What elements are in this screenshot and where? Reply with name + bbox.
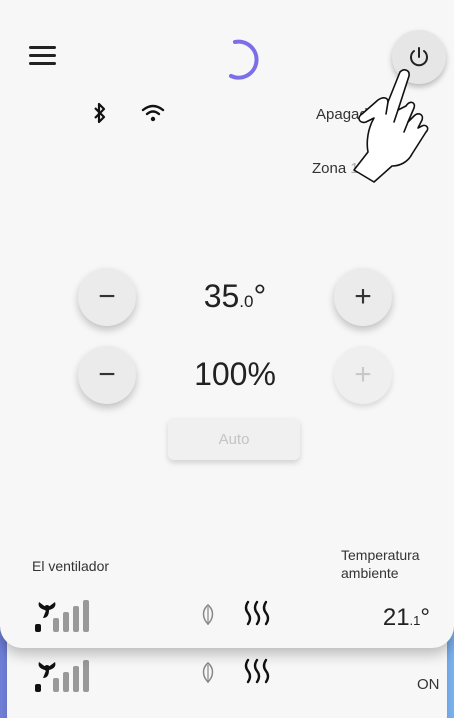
wifi-icon bbox=[141, 104, 165, 122]
temperature-unit: ° bbox=[253, 278, 267, 314]
secondary-status-text: ON bbox=[417, 676, 440, 693]
ambient-value-main: 21 bbox=[382, 604, 410, 631]
fan-speed-decrease-button[interactable]: − bbox=[78, 346, 136, 404]
ambient-unit: ° bbox=[420, 604, 430, 631]
temperature-value-decimal: .0 bbox=[239, 292, 254, 311]
app-frame: ON Apagado Zona − 35.0° + − 100% + Auto … bbox=[0, 0, 454, 718]
ambient-label-line1: Temperatura bbox=[341, 547, 420, 563]
plus-icon: + bbox=[354, 358, 372, 391]
leaf-icon bbox=[202, 604, 214, 626]
main-zone-card: Apagado Zona 1 − 35.0° + − 100% + Auto E… bbox=[0, 0, 454, 648]
ambient-value-decimal: .1 bbox=[409, 613, 421, 628]
minus-icon: − bbox=[98, 280, 116, 313]
fan-speed-increase-button[interactable]: + bbox=[334, 346, 392, 404]
ambient-temperature-label: Temperatura ambiente bbox=[341, 546, 420, 582]
bluetooth-icon bbox=[94, 102, 106, 124]
fan-label: El ventilador bbox=[32, 558, 110, 574]
fan-speed-value: 100% bbox=[194, 356, 276, 392]
fan-level-icon bbox=[35, 660, 89, 692]
zone-label-text: Zona bbox=[312, 160, 347, 177]
fan-level-icon bbox=[35, 600, 89, 632]
ambient-temperature-value: 21.1° bbox=[350, 604, 430, 632]
ambient-label-line2: ambiente bbox=[341, 565, 399, 581]
tap-hand-icon bbox=[353, 69, 429, 183]
heat-waves-icon bbox=[244, 658, 270, 684]
power-icon bbox=[410, 47, 428, 67]
temperature-decrease-button[interactable]: − bbox=[78, 268, 136, 326]
hamburger-menu-icon[interactable] bbox=[26, 42, 58, 70]
spinner-icon bbox=[229, 39, 259, 80]
heat-waves-icon bbox=[244, 600, 270, 626]
temperature-setpoint: 35.0° bbox=[180, 278, 290, 315]
leaf-icon bbox=[202, 662, 214, 684]
minus-icon: − bbox=[98, 358, 116, 391]
auto-mode-button[interactable]: Auto bbox=[168, 418, 300, 460]
plus-icon: + bbox=[354, 280, 372, 313]
temperature-value-main: 35 bbox=[203, 278, 240, 314]
temperature-increase-button[interactable]: + bbox=[334, 268, 392, 326]
